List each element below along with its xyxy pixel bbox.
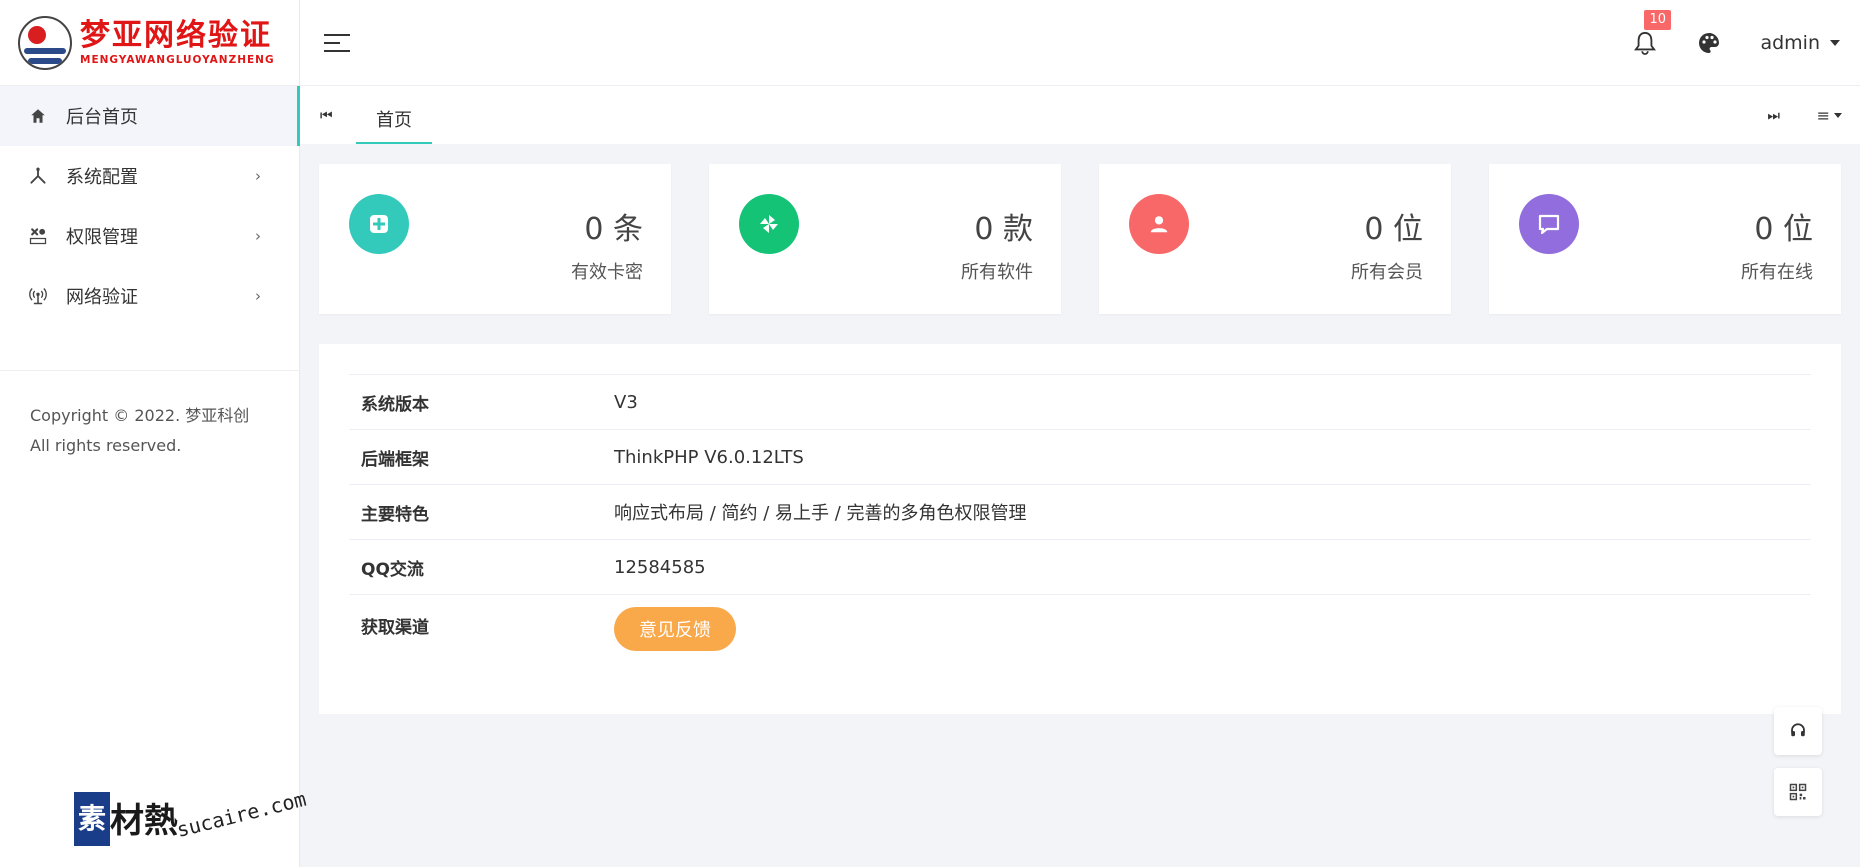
info-key: 主要特色 [361, 504, 429, 525]
info-value: V3 [614, 391, 638, 413]
caret-down-icon [1834, 113, 1842, 118]
sidebar-item-label: 后台首页 [66, 107, 138, 128]
home-icon [26, 104, 50, 128]
top-header: 10 admin [300, 0, 1860, 86]
chevron-right-icon: › [255, 227, 261, 245]
info-key: 获取渠道 [361, 618, 429, 638]
tab-options-menu[interactable]: ≡ [1817, 106, 1842, 125]
table-row: 后端框架 ThinkPHP V6.0.12LTS [349, 429, 1811, 484]
logo[interactable]: 梦亚网络验证 MENGYAWANGLUOYANZHENG [0, 0, 299, 86]
stat-value: 0 条 [584, 212, 643, 247]
customer-service-button[interactable] [1774, 707, 1822, 755]
chat-icon [1519, 194, 1579, 254]
menu-toggle-icon[interactable] [324, 33, 350, 52]
chevron-right-icon: › [255, 287, 261, 305]
feedback-button[interactable]: 意见反馈 [614, 607, 736, 651]
copyright-text: Copyright © 2022. 梦亚科创 All rights reserv… [30, 406, 250, 455]
sidebar-menu: 后台首页 系统配置 › 权限管理 › 网络验证 › [0, 86, 300, 326]
logo-subtitle: MENGYAWANGLUOYANZHENG [80, 53, 275, 66]
table-row: 获取渠道 意见反馈 [349, 594, 1811, 674]
tools-icon [26, 164, 50, 188]
tab-scroll-right-icon[interactable]: ⏭ [1767, 108, 1780, 124]
tab-bar: ⏮ 首页 ⏭ ≡ [300, 86, 1860, 144]
user-menu[interactable]: admin [1760, 32, 1840, 54]
info-key: 系统版本 [361, 394, 429, 415]
qrcode-icon [1789, 783, 1807, 801]
table-row: 系统版本 V3 [349, 374, 1811, 429]
card-key-icon [349, 194, 409, 254]
sidebar-item-network[interactable]: 网络验证 › [0, 266, 299, 326]
sidebar-item-permission[interactable]: 权限管理 › [0, 206, 299, 266]
chevron-right-icon: › [255, 167, 261, 185]
pinwheel-icon [739, 194, 799, 254]
notification-button[interactable]: 10 [1630, 9, 1671, 58]
palette-icon [1699, 32, 1720, 53]
table-row: 主要特色 响应式布局 / 简约 / 易上手 / 完善的多角色权限管理 [349, 484, 1811, 539]
info-key: QQ交流 [361, 559, 424, 580]
table-row: QQ交流 12584585 [349, 539, 1811, 594]
stat-value: 0 款 [974, 212, 1033, 247]
notification-badge: 10 [1644, 9, 1671, 30]
watermark-text: 材熱 [110, 801, 179, 841]
stat-label: 所有在线 [1741, 262, 1813, 283]
caret-down-icon [1830, 39, 1840, 46]
sidebar-item-label: 网络验证 [66, 287, 138, 308]
info-value: ThinkPHP V6.0.12LTS [614, 446, 804, 468]
sidebar-item-home[interactable]: 后台首页 [0, 86, 300, 146]
stat-value: 0 位 [1364, 212, 1423, 247]
sidebar-item-label: 系统配置 [66, 167, 138, 188]
logo-icon [18, 15, 72, 70]
user-icon [1129, 194, 1189, 254]
sidebar: 梦亚网络验证 MENGYAWANGLUOYANZHENG 后台首页 系统配置 ›… [0, 0, 300, 867]
watermark-logo: 素 材熱 sucaire.com [74, 787, 312, 846]
stat-cards: 0 条 有效卡密 0 款 所有软件 0 位 所有会员 0 位 所有在线 [319, 164, 1841, 314]
network-icon [26, 284, 50, 308]
watermark-domain: sucaire.com [174, 786, 309, 842]
stat-label: 所有会员 [1351, 262, 1423, 283]
headset-icon [1791, 723, 1805, 737]
permission-icon [26, 224, 50, 248]
stat-label: 所有软件 [961, 262, 1033, 283]
qrcode-button[interactable] [1774, 768, 1822, 816]
logo-title: 梦亚网络验证 [80, 17, 272, 53]
info-value: 12584585 [614, 556, 706, 578]
stat-card-online: 0 位 所有在线 [1489, 164, 1841, 314]
stat-card-members: 0 位 所有会员 [1099, 164, 1451, 314]
watermark-box: 素 [74, 792, 111, 846]
stat-label: 有效卡密 [571, 262, 643, 283]
stat-card-software: 0 款 所有软件 [709, 164, 1061, 314]
theme-button[interactable] [1694, 28, 1724, 58]
info-key: 后端框架 [361, 449, 429, 470]
tab-home[interactable]: 首页 [356, 86, 432, 144]
system-info-panel: 系统版本 V3 后端框架 ThinkPHP V6.0.12LTS 主要特色 响应… [319, 344, 1841, 714]
tab-scroll-left-icon[interactable]: ⏮ [320, 108, 333, 124]
sidebar-item-system-config[interactable]: 系统配置 › [0, 146, 299, 206]
bell-icon [1634, 31, 1657, 55]
sidebar-item-label: 权限管理 [66, 227, 138, 248]
stat-value: 0 位 [1754, 212, 1813, 247]
stat-card-cards: 0 条 有效卡密 [319, 164, 671, 314]
username: admin [1760, 31, 1820, 54]
list-icon: ≡ [1816, 106, 1830, 125]
info-value: 响应式布局 / 简约 / 易上手 / 完善的多角色权限管理 [614, 503, 1027, 524]
